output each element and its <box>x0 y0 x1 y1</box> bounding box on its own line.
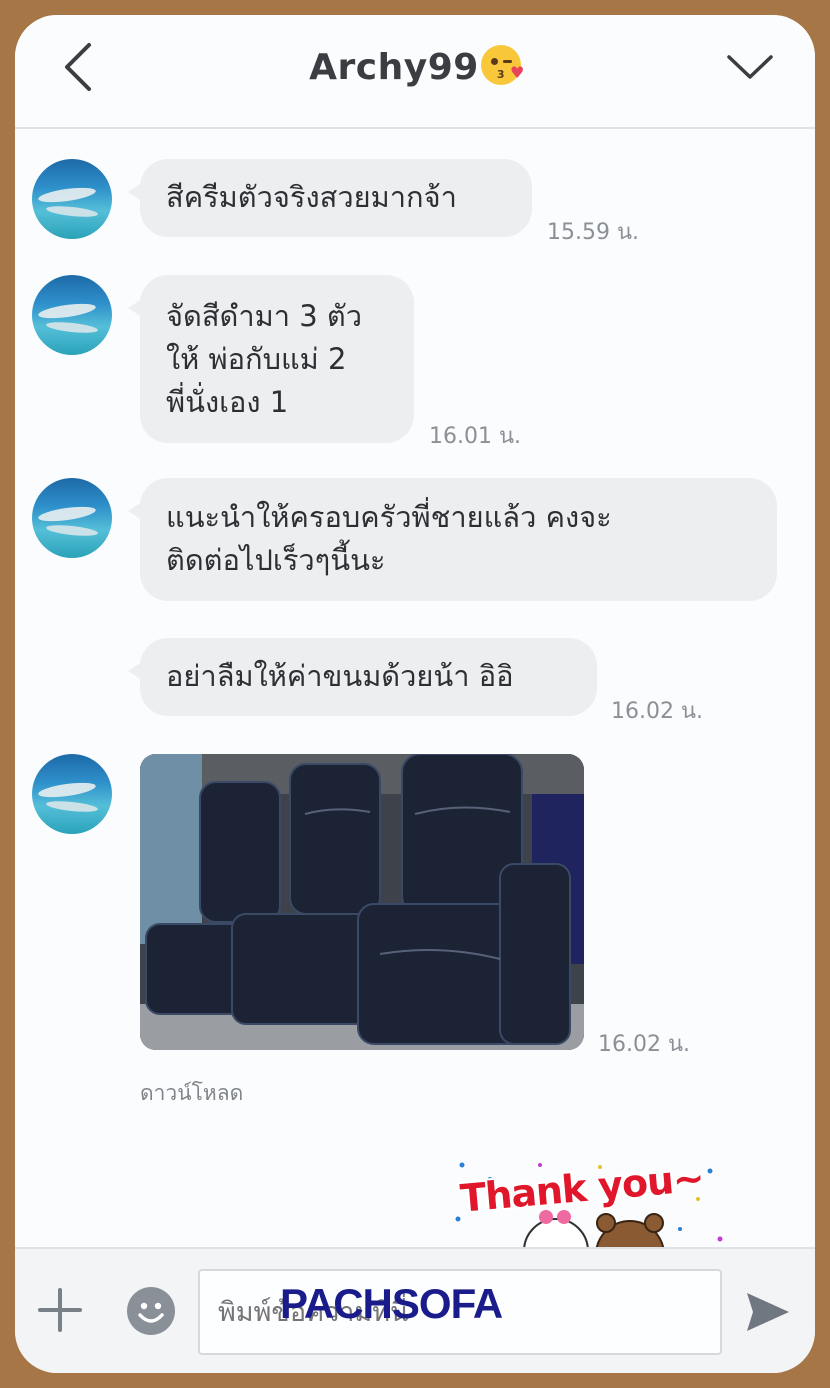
avatar[interactable] <box>32 478 112 558</box>
message-line: ให้ พ่อกับแม่ 2 <box>166 342 347 376</box>
download-link[interactable]: ดาวน์โหลด <box>140 1077 243 1110</box>
message-bubble[interactable]: อย่าลืมให้ค่าขนมด้วยน้า อิอิ <box>128 638 597 716</box>
message-time: 16.02 น. <box>611 699 704 724</box>
message-line: ติดต่อไปเร็วๆนี้นะ <box>166 543 386 577</box>
avatar[interactable] <box>32 754 112 834</box>
message-bubble[interactable]: จัดสีดำมา 3 ตัว ให้ พ่อกับแม่ 2 พี่นั่งเ… <box>128 275 414 443</box>
chat-title[interactable]: Archy99 3 ♥ <box>15 45 815 88</box>
avatar[interactable] <box>32 159 112 239</box>
sofa-photo[interactable] <box>140 754 584 1050</box>
chat-header: Archy99 3 ♥ <box>15 15 815 129</box>
chat-screen: Archy99 3 ♥ สีครีมตัวจริงสวยมากจ้า 15.59 น… <box>15 15 815 1373</box>
send-arrow-icon <box>747 1293 789 1331</box>
message-bubble[interactable]: แนะนำให้ครอบครัวพี่ชายแล้ว คงจะ ติดต่อไป… <box>128 478 777 601</box>
add-attachment-button[interactable] <box>37 1287 83 1333</box>
message-text: อย่าลืมให้ค่าขนมด้วยน้า อิอิ <box>166 659 514 693</box>
smiley-icon <box>138 1302 164 1323</box>
message-line: จัดสีดำมา 3 ตัว <box>166 299 363 333</box>
message-line: พี่นั่งเอง 1 <box>166 385 289 419</box>
message-time: 16.01 น. <box>429 424 522 449</box>
menu-toggle-button[interactable] <box>725 49 775 83</box>
message-line: แนะนำให้ครอบครัวพี่ชายแล้ว คงจะ <box>166 500 612 534</box>
message-bubble[interactable]: สีครีมตัวจริงสวยมากจ้า <box>128 159 532 237</box>
message-time: 16.02 น. <box>598 1032 691 1057</box>
emoji-button[interactable] <box>127 1287 175 1335</box>
recliner-sofa-image <box>140 754 584 1050</box>
send-button[interactable] <box>743 1289 793 1335</box>
plus-icon <box>38 1288 82 1332</box>
avatar[interactable] <box>32 275 112 355</box>
kissing-face-with-heart-icon: 3 ♥ <box>480 45 524 85</box>
message-list[interactable]: สีครีมตัวจริงสวยมากจ้า 15.59 น. จัดสีดำม… <box>15 129 815 1247</box>
contact-name: Archy99 <box>309 47 479 88</box>
pachsofa-watermark: PACHSOFA <box>280 1280 503 1327</box>
message-text: สีครีมตัวจริงสวยมากจ้า <box>166 180 457 214</box>
message-time: 15.59 น. <box>547 220 640 245</box>
chevron-down-icon <box>727 55 773 79</box>
thank-you-sticker[interactable]: Thank you~ <box>450 1156 730 1247</box>
